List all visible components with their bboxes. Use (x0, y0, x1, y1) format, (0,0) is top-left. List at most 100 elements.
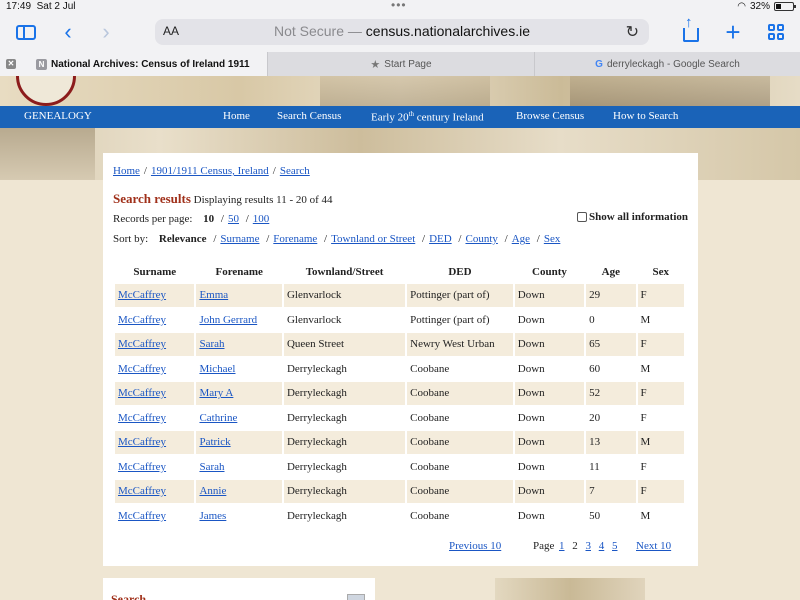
results-heading: Search results Displaying results 11 - 2… (113, 191, 333, 207)
surname-link[interactable]: McCaffrey (118, 289, 166, 301)
surname-link[interactable]: McCaffrey (118, 436, 166, 448)
share-icon[interactable] (680, 14, 702, 44)
show-all-checkbox[interactable]: Show all information (576, 211, 688, 223)
col-townland: Townland/Street (305, 265, 384, 278)
nav-home[interactable]: Home (223, 110, 250, 122)
col-surname: Surname (133, 265, 177, 278)
background-photo (495, 578, 645, 600)
cell-sex: F (637, 455, 684, 478)
cell-ded: Pottinger (part of) (407, 284, 513, 307)
per-page-100[interactable]: 100 (253, 213, 270, 225)
tab-start-page[interactable]: ★ Start Page (267, 52, 534, 76)
sort-county[interactable]: County (465, 233, 497, 245)
reload-icon[interactable]: ↻ (626, 22, 639, 42)
cell-townland: Derryleckagh (283, 406, 406, 429)
page-link[interactable]: 3 (586, 540, 592, 552)
cell-surname: McCaffrey (115, 284, 195, 307)
status-time: 17:49 Sat 2 Jul (6, 1, 76, 12)
national-archives-logo[interactable] (16, 76, 76, 106)
forename-link[interactable]: Mary A (199, 387, 233, 399)
results-title: Search results (113, 191, 191, 206)
forename-link[interactable]: Cathrine (199, 412, 237, 424)
forename-link[interactable]: Annie (199, 485, 226, 497)
sidebar-icon[interactable] (14, 20, 38, 44)
breadcrumb-home[interactable]: Home (113, 165, 140, 177)
table-row: McCaffrey Cathrine Derryleckagh Coobane Down… (115, 406, 684, 429)
back-icon[interactable]: ‹ (58, 19, 78, 44)
nav-search-census[interactable]: Search Census (277, 110, 341, 122)
nav-genealogy[interactable]: GENEALOGY (24, 110, 92, 122)
cell-townland: Derryleckagh (283, 504, 406, 527)
close-tab-icon[interactable]: ✕ (6, 59, 16, 69)
breadcrumb: Home/1901/1911 Census, Ireland / Search (113, 165, 310, 177)
previous-page-link[interactable]: Previous 10 (449, 540, 501, 552)
address-bar[interactable]: AA Not Secure — census.nationalarchives.… (155, 19, 649, 45)
battery-percent: 32% (749, 1, 770, 12)
cell-age: 52 (586, 382, 636, 405)
cell-ded: Coobane (407, 406, 513, 429)
cell-surname: McCaffrey (115, 333, 195, 356)
sort-age[interactable]: Age (512, 233, 530, 245)
cell-sex: F (637, 480, 684, 503)
surname-link[interactable]: McCaffrey (118, 510, 166, 522)
surname-link[interactable]: McCaffrey (118, 412, 166, 424)
cell-townland: Glenvarlock (283, 308, 406, 331)
page-link[interactable]: 1 (559, 540, 565, 552)
forename-link[interactable]: James (199, 510, 226, 522)
forename-link[interactable]: Sarah (199, 338, 224, 350)
surname-link[interactable]: McCaffrey (118, 314, 166, 326)
cell-forename: Sarah (196, 455, 282, 478)
star-icon: ★ (370, 58, 381, 71)
new-tab-icon[interactable]: + (722, 17, 744, 47)
forename-link[interactable]: John Gerrard (199, 314, 257, 326)
nav-how-to-search[interactable]: How to Search (613, 110, 678, 122)
cell-surname: McCaffrey (115, 431, 195, 454)
breadcrumb-census[interactable]: 1901/1911 Census, Ireland (151, 165, 269, 177)
sort-by: Sort by: Relevance / Surname / Forename / T… (113, 233, 561, 245)
cell-ded: Coobane (407, 382, 513, 405)
per-page-50[interactable]: 50 (228, 213, 239, 225)
page-link[interactable]: 4 (599, 540, 605, 552)
cell-sex: M (637, 431, 684, 454)
next-page-link[interactable]: Next 10 (636, 540, 671, 552)
nav-browse-census[interactable]: Browse Census (516, 110, 584, 122)
cell-surname: McCaffrey (115, 406, 195, 429)
multitask-dots-icon[interactable]: ••• (391, 0, 407, 12)
forename-link[interactable]: Sarah (199, 461, 224, 473)
page-label: Page (533, 540, 555, 552)
sort-forename[interactable]: Forename (273, 233, 317, 245)
cell-sex: M (637, 504, 684, 527)
cell-age: 7 (586, 480, 636, 503)
google-icon: G (595, 58, 603, 70)
sort-sex[interactable]: Sex (544, 233, 561, 245)
forward-icon[interactable]: › (96, 19, 116, 44)
cell-sex: F (637, 382, 684, 405)
sort-surname[interactable]: Surname (220, 233, 259, 245)
surname-link[interactable]: McCaffrey (118, 485, 166, 497)
url-text[interactable]: Not Secure — census.nationalarchives.ie (155, 23, 649, 39)
forename-link[interactable]: Michael (199, 363, 235, 375)
cell-townland: Glenvarlock (283, 284, 406, 307)
forename-link[interactable]: Patrick (199, 436, 230, 448)
breadcrumb-search[interactable]: Search (280, 165, 310, 177)
cell-age: 13 (586, 431, 636, 454)
sort-ded[interactable]: DED (429, 233, 452, 245)
surname-link[interactable]: McCaffrey (118, 387, 166, 399)
forename-link[interactable]: Emma (199, 289, 228, 301)
surname-link[interactable]: McCaffrey (118, 461, 166, 473)
nav-early-20th-century[interactable]: Early 20th century Ireland (371, 110, 484, 124)
surname-link[interactable]: McCaffrey (118, 338, 166, 350)
surname-link[interactable]: McCaffrey (118, 363, 166, 375)
records-per-page: Records per page: 10 /50 /100 (113, 213, 270, 225)
page-link[interactable]: 5 (612, 540, 618, 552)
cell-surname: McCaffrey (115, 455, 195, 478)
checkbox[interactable] (576, 212, 587, 222)
search-form-button[interactable] (347, 594, 365, 600)
header-photo (570, 76, 770, 106)
cell-county: Down (514, 480, 585, 503)
cell-surname: McCaffrey (115, 382, 195, 405)
tab-google-search[interactable]: G derryleckagh - Google Search (534, 52, 800, 76)
tab-census[interactable]: ✕ N National Archives: Census of Ireland… (0, 52, 267, 76)
tabs-overview-icon[interactable] (765, 20, 787, 44)
sort-townland[interactable]: Townland or Street (331, 233, 415, 245)
